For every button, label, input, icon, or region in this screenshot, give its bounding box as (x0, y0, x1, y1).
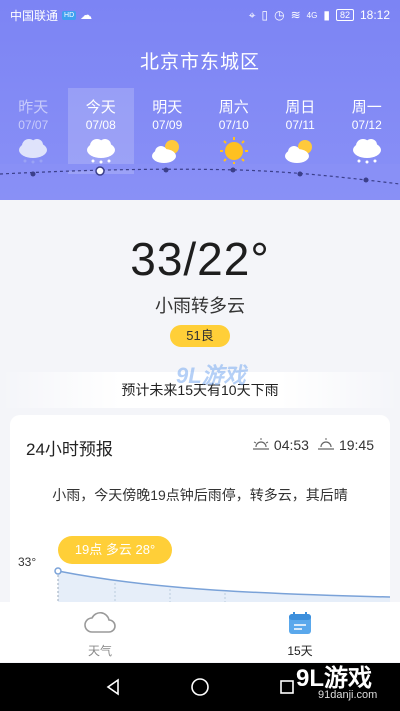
temperature-range: 33/22° (130, 233, 270, 285)
status-time: 18:12 (359, 8, 390, 22)
day-sunday[interactable]: 周日 07/11 (267, 88, 334, 174)
carrier-name: 中国联通 (10, 8, 59, 23)
hourly-tooltip: 19点 多云 28° (58, 536, 172, 564)
location-icon: ⌖ (248, 7, 256, 22)
day-date: 07/10 (218, 118, 249, 132)
day-today[interactable]: 今天 07/08 (67, 88, 135, 174)
notification-icon: ☁ (80, 8, 93, 22)
day-date: 07/09 (152, 118, 183, 132)
hourly-forecast-card: 24小时预报 04:53 19:45 小雨，今天傍晚19点钟后雨停，转多云，其后… (10, 415, 390, 615)
wifi-icon: ≋ (290, 8, 301, 22)
header-wave (0, 164, 400, 185)
weather-description: 小雨转多云 (155, 296, 245, 316)
day-yesterday[interactable]: 昨天 07/07 (0, 88, 67, 174)
sunrise-time: 04:53 (273, 437, 309, 453)
home-button[interactable] (180, 667, 220, 707)
watermark-overlay: 9L游戏 (176, 363, 246, 388)
city-title: 北京市东城区 (139, 52, 260, 73)
sunset-time: 19:45 (338, 437, 374, 453)
network-type: 4G (306, 10, 318, 20)
clock-icon: ◷ (274, 8, 285, 22)
back-button[interactable] (93, 667, 133, 707)
vibrate-icon: ▯ (261, 8, 269, 22)
day-date: 07/12 (351, 118, 382, 132)
tab-label: 天气 (87, 644, 112, 658)
tab-label: 15天 (287, 644, 313, 658)
sunrise: 04:53 (252, 437, 309, 453)
day-name: 周一 (351, 99, 382, 116)
day-name: 今天 (85, 99, 116, 116)
sun-times: 04:53 19:45 (252, 437, 374, 453)
day-name: 周日 (285, 99, 316, 116)
sunrise-icon (252, 437, 270, 453)
sun-icon (201, 136, 268, 166)
card-title: 24小时预报 (26, 440, 113, 459)
partly-cloudy-icon (134, 136, 201, 166)
bottom-tab-bar: 天气 15天 (0, 602, 400, 662)
hd-badge: HD (62, 10, 77, 20)
watermark-logo: 9L游戏 (296, 665, 373, 692)
battery-indicator: 82 (335, 9, 354, 21)
tab-15days[interactable]: 15天 (200, 602, 400, 662)
status-bar: 中国联通 HD ☁ ⌖ ▯ ◷ ≋ 4G ▮ 82 18:12 (0, 0, 400, 30)
day-name: 明天 (152, 99, 183, 116)
calendar-icon (200, 610, 400, 638)
day-saturday[interactable]: 周六 07/10 (201, 88, 268, 174)
sunset: 19:45 (317, 437, 374, 453)
day-name: 昨天 (18, 99, 49, 116)
day-date: 07/08 (85, 118, 116, 132)
signal-icon: ▮ (323, 8, 330, 22)
hourly-description: 小雨，今天傍晚19点钟后雨停，转多云，其后晴 (52, 487, 348, 503)
sunset-icon (317, 437, 335, 453)
day-date: 07/11 (285, 118, 315, 132)
day-tomorrow[interactable]: 明天 07/09 (134, 88, 201, 174)
rain-cloud-icon (334, 136, 400, 166)
day-date: 07/07 (18, 118, 49, 132)
cloud-icon (0, 610, 200, 638)
rain-cloud-icon (0, 136, 67, 166)
watermark-site: 91danji.com (318, 689, 378, 701)
rain-cloud-icon (68, 136, 135, 166)
tab-weather[interactable]: 天气 (0, 602, 200, 662)
partly-cloudy-icon (267, 136, 334, 166)
day-name: 周六 (218, 99, 249, 116)
aqi-badge[interactable]: 51良 (170, 325, 230, 347)
day-monday[interactable]: 周一 07/12 (334, 88, 400, 174)
